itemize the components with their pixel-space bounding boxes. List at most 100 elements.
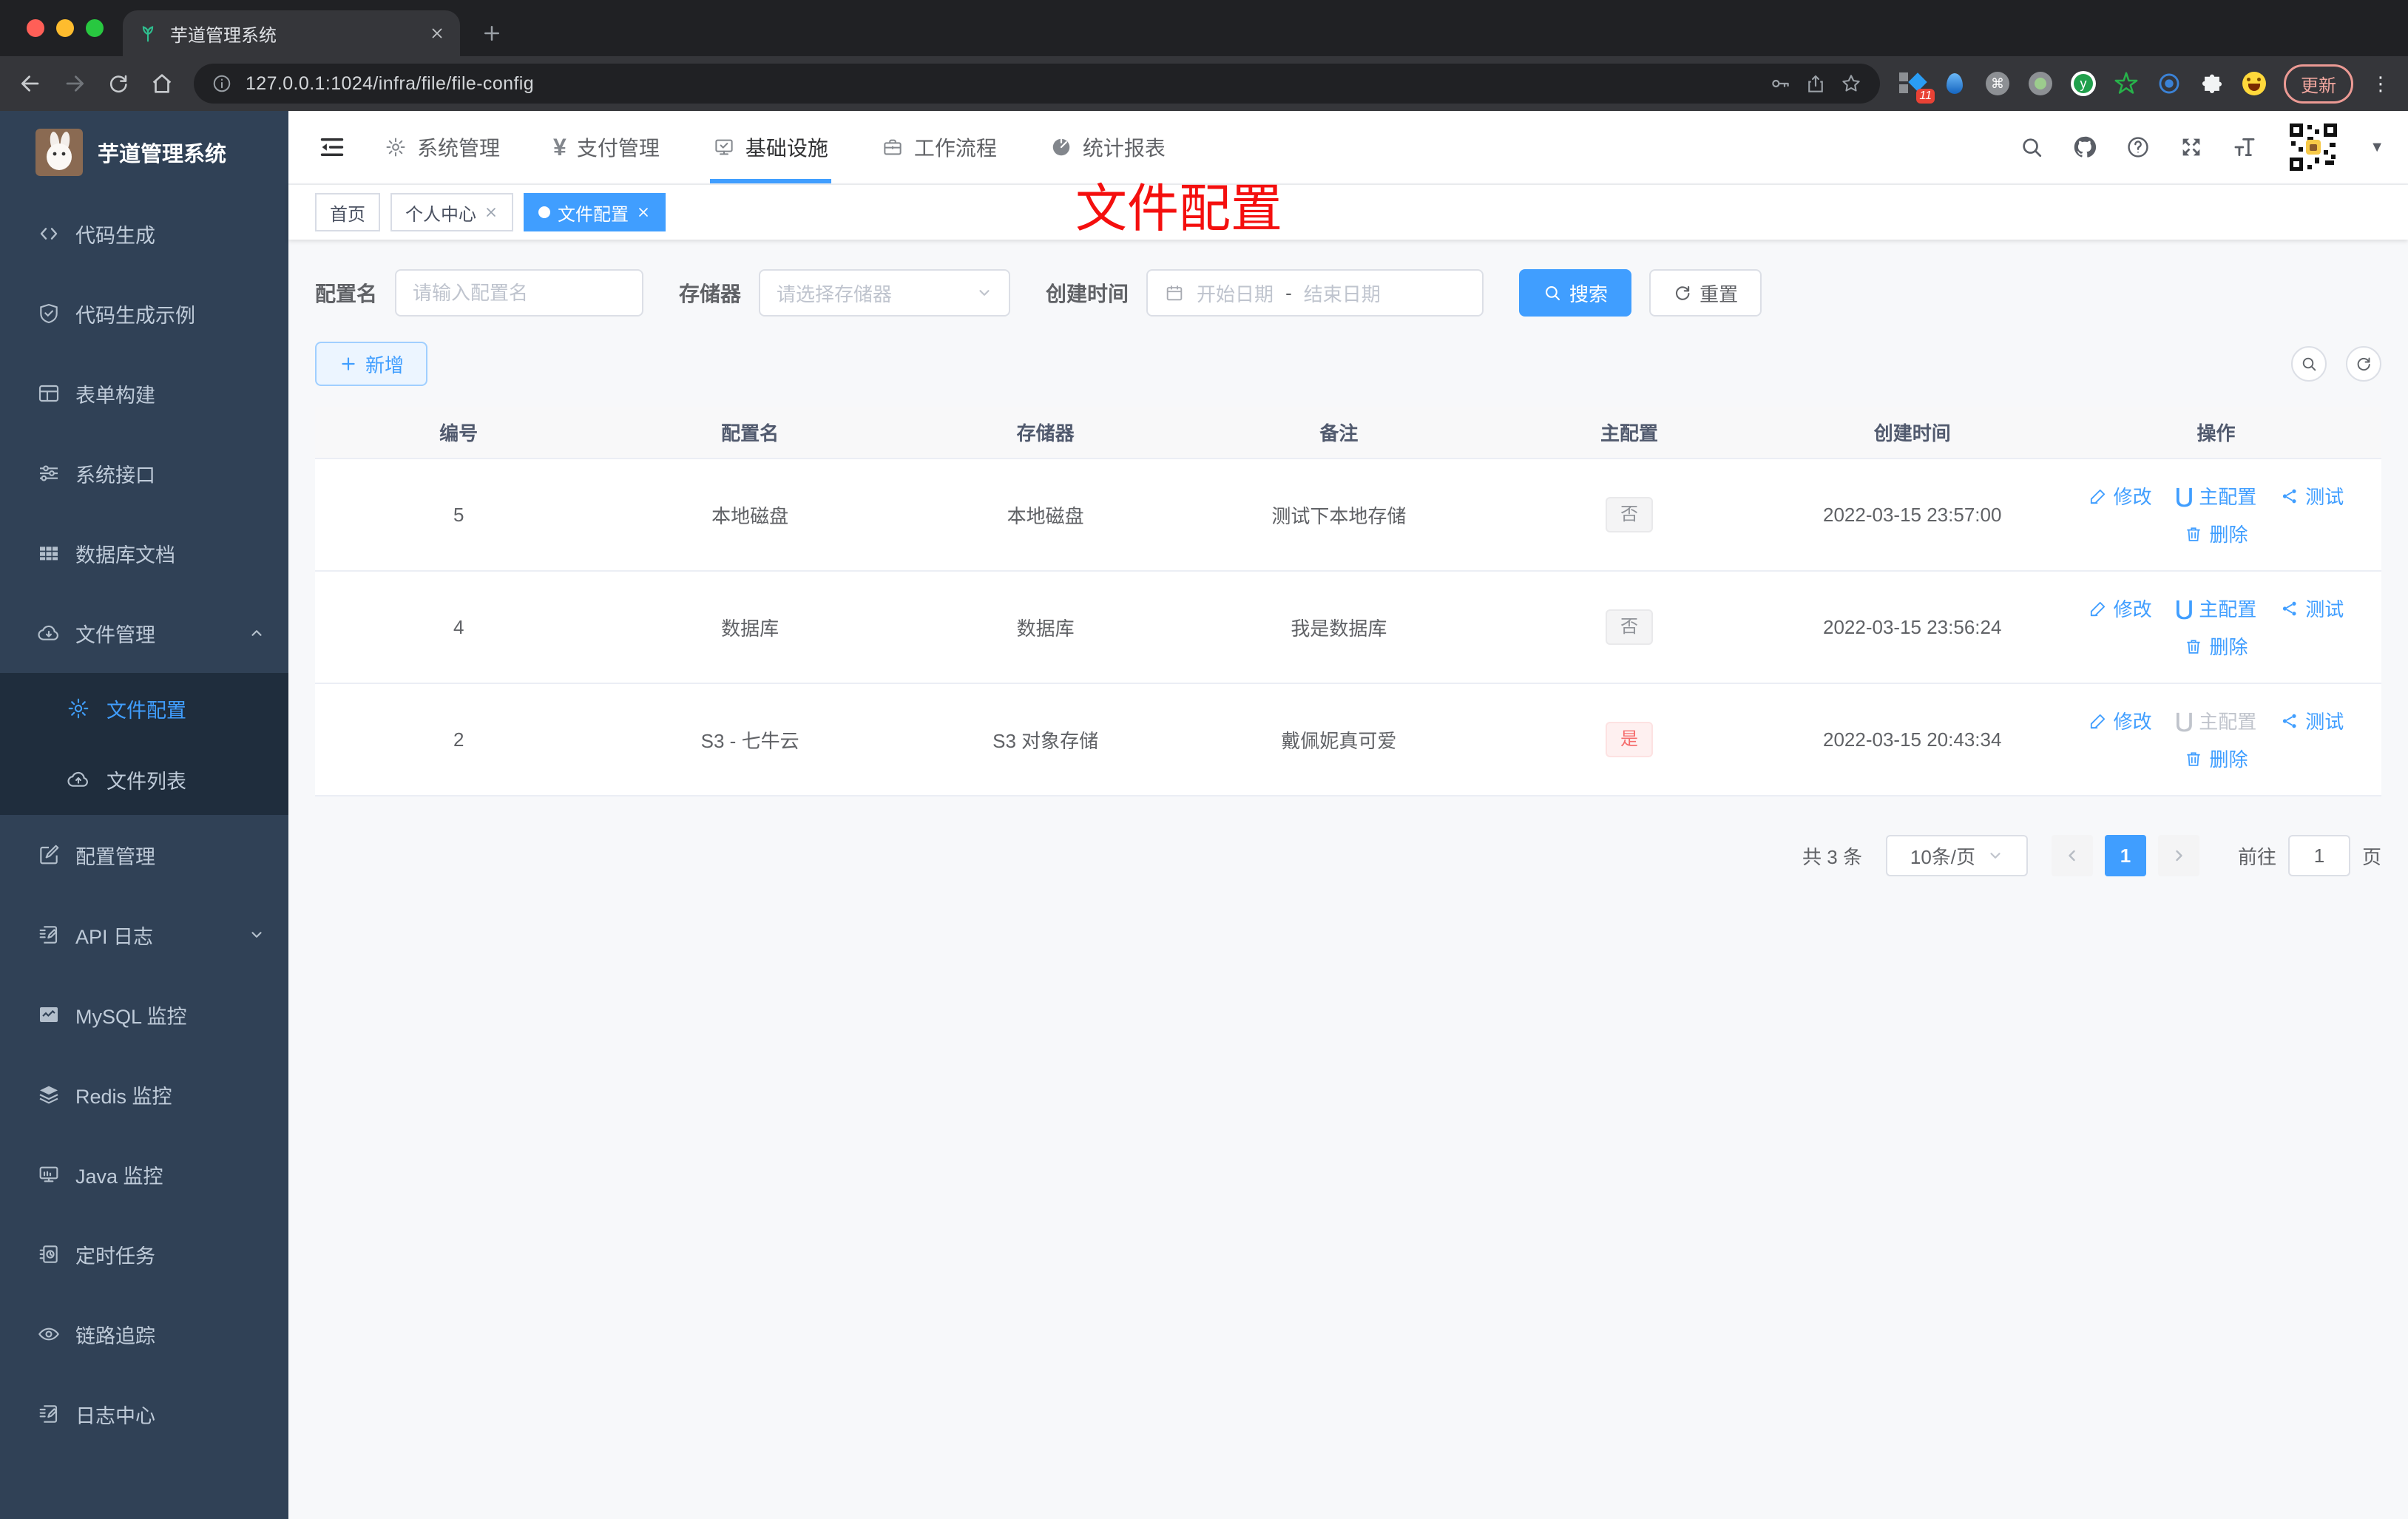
add-button[interactable]: 新增 <box>315 342 428 386</box>
avatar[interactable] <box>2285 119 2342 175</box>
app-title: 芋道管理系统 <box>98 143 227 166</box>
test-link[interactable]: 测试 <box>2280 595 2344 622</box>
menu-payment-management[interactable]: ¥ 支付管理 <box>553 111 660 183</box>
close-icon[interactable] <box>636 205 651 220</box>
edit-link[interactable]: 修改 <box>2089 595 2152 622</box>
clock-document-icon <box>37 1242 61 1266</box>
menu-system-management[interactable]: 系统管理 <box>385 111 500 183</box>
delete-link[interactable]: 删除 <box>2184 745 2248 772</box>
chevron-down-icon <box>1987 848 2003 864</box>
search-button[interactable]: 搜索 <box>1519 269 1632 317</box>
site-info-icon[interactable] <box>212 73 232 94</box>
font-size-icon[interactable] <box>2232 135 2257 160</box>
date-range-picker[interactable]: 开始日期 - 结束日期 <box>1146 269 1484 317</box>
sidebar-item-config-management[interactable]: 配置管理 <box>0 815 288 895</box>
address-bar[interactable]: 127.0.0.1:1024/infra/file/file-config <box>194 64 1880 104</box>
search-icon[interactable] <box>2019 135 2044 160</box>
tab-close-icon[interactable] <box>429 25 445 41</box>
share-upload-icon[interactable] <box>1805 72 1827 95</box>
window-close-button[interactable] <box>27 19 44 37</box>
password-key-icon[interactable] <box>1769 72 1791 95</box>
tag-file-config[interactable]: 文件配置 <box>524 193 666 231</box>
sidebar-item-redis-monitor[interactable]: Redis 监控 <box>0 1055 288 1134</box>
cloud-download-icon <box>37 621 61 645</box>
master-link[interactable]: ⋃ 主配置 <box>2176 595 2257 622</box>
edit-link[interactable]: 修改 <box>2089 482 2152 510</box>
sidebar-item-code-gen-demo[interactable]: 代码生成示例 <box>0 274 288 353</box>
window-minimize-button[interactable] <box>56 19 74 37</box>
new-tab-button[interactable] <box>481 22 503 44</box>
browser-tab[interactable]: 芋道管理系统 <box>123 10 460 56</box>
sidebar-item-file-management[interactable]: 文件管理 <box>0 593 288 673</box>
help-icon[interactable] <box>2125 135 2151 160</box>
magnet-icon: ⋃ <box>2175 708 2194 732</box>
recorder-extension-icon[interactable] <box>2028 71 2053 96</box>
puzzle-extensions-icon[interactable] <box>2199 71 2225 96</box>
balloon-extension-icon[interactable] <box>1942 71 1967 96</box>
sidebar-item-file-list[interactable]: 文件列表 <box>0 744 288 815</box>
forward-icon[interactable] <box>62 71 87 96</box>
github-icon[interactable] <box>2072 135 2097 160</box>
edit-link[interactable]: 修改 <box>2089 707 2152 734</box>
col-actions: 操作 <box>2050 407 2381 459</box>
sidebar-item-trace[interactable]: 链路追踪 <box>0 1294 288 1374</box>
emoji-extension-icon[interactable] <box>2242 72 2266 95</box>
goto-page-input[interactable] <box>2287 835 2350 876</box>
window-zoom-button[interactable] <box>86 19 104 37</box>
master-tag: 否 <box>1605 609 1653 645</box>
prev-page-button[interactable] <box>2051 835 2093 876</box>
star-extension-icon[interactable] <box>2114 71 2139 96</box>
sidebar-item-mysql-monitor[interactable]: MySQL 监控 <box>0 975 288 1055</box>
chrome-update-button[interactable]: 更新 <box>2284 64 2353 104</box>
test-link[interactable]: 测试 <box>2280 707 2344 734</box>
sidebar-item-db-doc[interactable]: 数据库文档 <box>0 513 288 593</box>
next-page-button[interactable] <box>2157 835 2199 876</box>
browser-url-bar: 127.0.0.1:1024/infra/file/file-config 11… <box>0 56 2408 111</box>
close-icon[interactable] <box>484 205 498 220</box>
menu-workflow[interactable]: 工作流程 <box>882 111 997 183</box>
sidebar-item-log-center[interactable]: 日志中心 <box>0 1374 288 1454</box>
test-link[interactable]: 测试 <box>2280 482 2344 510</box>
eye-extension-icon[interactable] <box>2157 71 2182 96</box>
command-extension-icon[interactable]: ⌘ <box>1985 71 2010 96</box>
y-extension-icon[interactable]: y <box>2071 71 2096 96</box>
edit-square-icon <box>37 843 61 867</box>
sidebar-collapse-icon[interactable] <box>318 133 346 161</box>
sidebar-item-form-builder[interactable]: 表单构建 <box>0 353 288 433</box>
reset-button[interactable]: 重置 <box>1649 269 1762 317</box>
sidebar-item-code-gen[interactable]: 代码生成 <box>0 194 288 274</box>
window-controls[interactable] <box>27 19 104 37</box>
sidebar-item-scheduled-tasks[interactable]: 定时任务 <box>0 1214 288 1294</box>
sidebar-item-java-monitor[interactable]: Java 监控 <box>0 1134 288 1214</box>
storage-select[interactable]: 请选择存储器 <box>759 269 1011 317</box>
delete-link[interactable]: 删除 <box>2184 632 2248 660</box>
browser-tab-strip: 芋道管理系统 <box>0 0 2408 56</box>
browser-menu-icon[interactable]: ⋮ <box>2371 72 2390 95</box>
master-link[interactable]: ⋃ 主配置 <box>2176 482 2257 510</box>
tag-home[interactable]: 首页 <box>315 193 380 231</box>
home-icon[interactable] <box>149 71 175 96</box>
form-icon <box>37 382 61 405</box>
reload-icon[interactable] <box>106 72 130 95</box>
avatar-dropdown-caret-icon[interactable]: ▼ <box>2370 139 2384 156</box>
toggle-search-button[interactable] <box>2291 346 2327 382</box>
pencil-icon <box>2089 487 2108 506</box>
tag-profile[interactable]: 个人中心 <box>390 193 513 231</box>
filter-bar: 配置名 存储器 请选择存储器 创建时间 开 <box>315 269 2381 317</box>
menu-infrastructure[interactable]: 基础设施 <box>709 111 831 183</box>
tab-manager-extension-icon[interactable]: 11 <box>1899 71 1935 104</box>
fullscreen-icon[interactable] <box>2179 135 2204 160</box>
sidebar-item-api-log[interactable]: API 日志 <box>0 895 288 975</box>
refresh-table-button[interactable] <box>2346 346 2381 382</box>
page-size-select[interactable]: 10条/页 <box>1885 835 2028 876</box>
sidebar-item-system-api[interactable]: 系统接口 <box>0 433 288 513</box>
sidebar-submenu-file: 文件配置 文件列表 <box>0 673 288 815</box>
bookmark-star-icon[interactable] <box>1840 72 1862 95</box>
config-name-input[interactable] <box>413 281 626 305</box>
share-icon <box>2280 711 2299 731</box>
sidebar-item-file-config[interactable]: 文件配置 <box>0 673 288 744</box>
chevron-down-icon <box>976 285 992 301</box>
delete-link[interactable]: 删除 <box>2184 520 2248 547</box>
page-number-active[interactable]: 1 <box>2104 835 2146 876</box>
back-icon[interactable] <box>18 71 43 96</box>
